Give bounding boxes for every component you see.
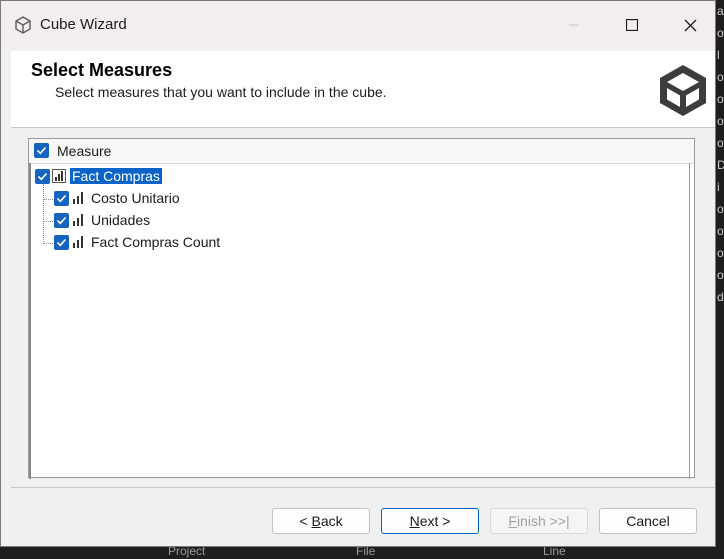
cube-wizard-dialog: Cube Wizard Select Measures Select measu…	[0, 0, 716, 547]
tree-connector	[43, 184, 44, 242]
background-ide-bottom: Project File Line	[0, 547, 724, 559]
back-mnemonic: B	[311, 513, 321, 529]
check-icon	[36, 146, 47, 155]
bg-char: o	[717, 70, 724, 84]
bg-char: o	[717, 114, 724, 128]
title-bar[interactable]: Cube Wizard	[1, 1, 715, 49]
back-prefix: <	[299, 513, 312, 529]
costo-unitario-checkbox[interactable]	[54, 191, 69, 206]
bg-char: o	[717, 136, 724, 150]
close-button[interactable]	[661, 1, 719, 49]
bg-char: o	[717, 92, 724, 106]
bg-char: i	[717, 180, 720, 194]
check-icon	[56, 194, 67, 203]
bg-char: d	[717, 290, 724, 304]
check-icon	[37, 172, 48, 181]
check-icon	[56, 216, 67, 225]
page-subtitle: Select measures that you want to include…	[55, 84, 387, 100]
bg-char: o	[717, 224, 724, 238]
page-title: Select Measures	[31, 60, 173, 80]
tree-connector	[43, 243, 53, 244]
measure-icon	[73, 214, 83, 226]
bg-char: D	[717, 158, 724, 172]
measures-tree[interactable]: Measure Fact Compras Costo Unitario Unid…	[28, 138, 695, 479]
select-all-checkbox[interactable]	[34, 143, 49, 158]
maximize-button[interactable]	[603, 1, 661, 49]
minimize-icon	[569, 24, 579, 26]
tree-node-fact-compras[interactable]: Fact Compras	[70, 168, 162, 184]
unidades-checkbox[interactable]	[54, 213, 69, 228]
bg-char: o	[717, 246, 724, 260]
check-icon	[56, 238, 67, 247]
cancel-label: Cancel	[626, 513, 670, 529]
finish-mnemonic: F	[508, 513, 517, 529]
cancel-button[interactable]: Cancel	[599, 508, 697, 534]
window-title: Cube Wizard	[40, 16, 127, 33]
cube-icon	[15, 16, 31, 34]
next-label: ext >	[419, 513, 451, 529]
bg-char: o	[717, 268, 724, 282]
finish-button[interactable]: Finish >>|	[490, 508, 588, 534]
column-header-measure: Measure	[57, 143, 112, 159]
tree-node-costo-unitario[interactable]: Costo Unitario	[91, 190, 180, 206]
cube-wizard-logo-icon	[660, 65, 706, 116]
measure-group-icon	[52, 169, 66, 183]
tree-node-fact-compras-count[interactable]: Fact Compras Count	[91, 234, 220, 250]
tree-left-border	[29, 163, 31, 479]
back-label: ack	[320, 513, 343, 529]
background-ide-edge: a o l o o o o D i o o o o d	[716, 0, 724, 559]
bg-char: o	[717, 202, 724, 216]
close-icon	[684, 19, 696, 31]
minimize-button[interactable]	[545, 1, 603, 49]
tree-connector	[43, 199, 53, 200]
bg-column-file: File	[356, 547, 376, 558]
next-button[interactable]: Next >	[381, 508, 479, 534]
wizard-header: Select Measures Select measures that you…	[11, 51, 715, 128]
bg-column-line: Line	[543, 547, 566, 558]
fact-compras-count-checkbox[interactable]	[54, 235, 69, 250]
next-mnemonic: N	[409, 513, 420, 529]
maximize-icon	[626, 19, 638, 31]
header-separator	[11, 127, 715, 128]
finish-label: inish >>|	[516, 513, 570, 529]
tree-right-border	[689, 163, 690, 479]
tree-node-unidades[interactable]: Unidades	[91, 212, 150, 228]
measure-icon	[73, 236, 83, 248]
fact-compras-checkbox[interactable]	[35, 169, 50, 184]
measure-icon	[73, 192, 83, 204]
back-button[interactable]: < Back	[272, 508, 370, 534]
tree-column-header: Measure	[29, 139, 694, 164]
footer-separator	[11, 487, 715, 488]
tree-connector	[43, 221, 53, 222]
bg-column-project: Project	[168, 547, 206, 558]
